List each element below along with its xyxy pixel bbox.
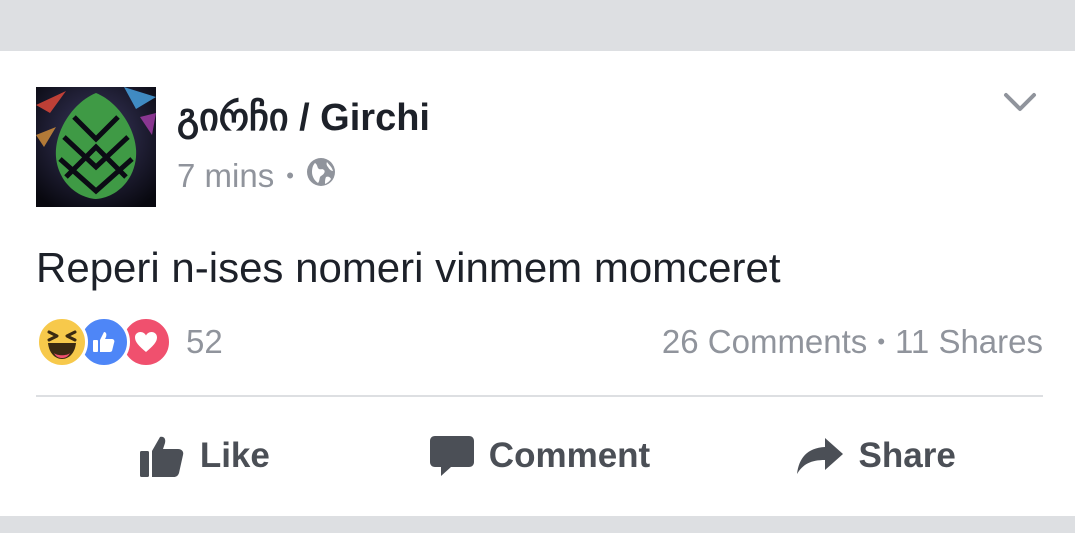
post-stats: 26 Comments • 11 Shares [662,323,1043,361]
post-timestamp[interactable]: 7 mins [177,157,274,195]
comments-count-link[interactable]: 26 Comments [662,323,867,361]
post-meta: 7 mins • [177,157,336,195]
comment-icon [429,436,474,476]
meta-separator: • [286,163,294,188]
avatar[interactable] [36,87,156,207]
thumbs-up-icon [139,436,184,477]
post-card: გირჩი / Girchi 7 mins • Reperi n-ises no… [0,51,1075,516]
reactions-summary[interactable]: 52 [36,315,223,369]
like-button[interactable]: Like [36,417,372,495]
action-bar: Like Comment Share [36,417,1043,495]
shares-count-link[interactable]: 11 Shares [895,323,1043,361]
author-name[interactable]: გირჩი / Girchi [177,95,430,140]
comment-label: Comment [488,436,651,475]
comment-button[interactable]: Comment [372,417,708,495]
like-label: Like [199,436,270,475]
haha-reaction-icon [36,316,88,368]
share-label: Share [858,436,956,475]
stats-separator: • [877,329,886,354]
post-text: Reperi n-ises nomeri vinmem momceret [36,244,781,291]
share-button[interactable]: Share [707,417,1043,495]
globe-icon [306,157,336,195]
share-arrow-icon [796,438,843,474]
chevron-down-icon[interactable] [1003,92,1037,114]
reactions-count: 52 [186,323,223,360]
divider [36,395,1043,397]
